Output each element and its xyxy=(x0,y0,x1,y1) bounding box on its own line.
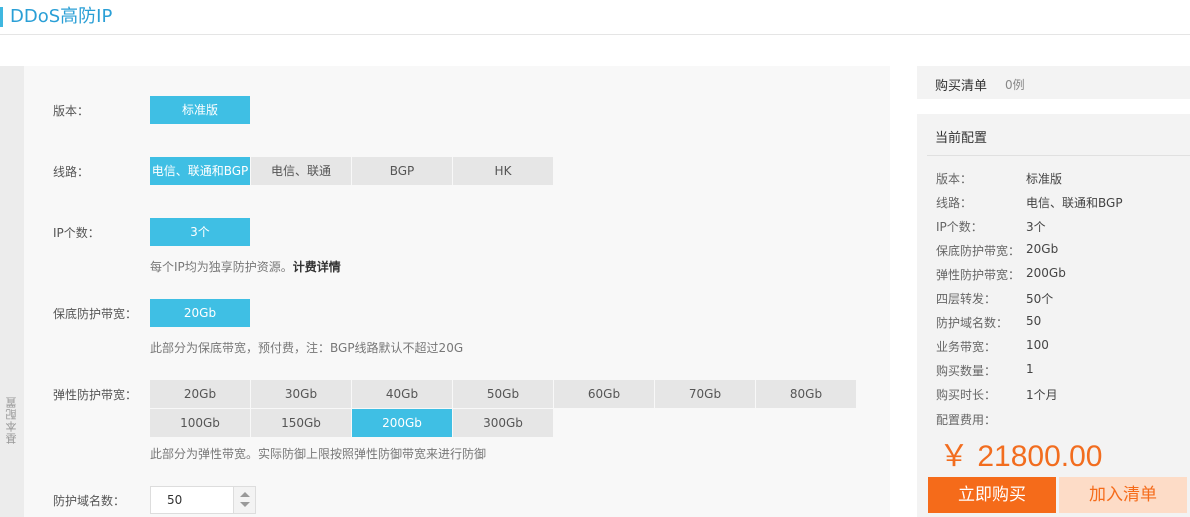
billing-details-link[interactable]: 计费详情 xyxy=(293,260,341,274)
elastic-option-70gb[interactable]: 70Gb xyxy=(655,380,755,408)
config-value: 100 xyxy=(1026,338,1049,352)
elastic-bandwidth-label: 弹性防护带宽： xyxy=(53,388,138,402)
buy-now-button[interactable]: 立即购买 xyxy=(928,477,1056,513)
title-accent-bar xyxy=(0,7,3,27)
config-value: 1 xyxy=(1026,362,1034,376)
elastic-option-30gb[interactable]: 30Gb xyxy=(251,380,351,408)
current-config-panel: 当前配置 版本： 标准版 线路： 电信、联通和BGP IP个数： 3个 保底防护… xyxy=(917,114,1190,517)
domain-count-value[interactable]: 50 xyxy=(167,493,182,507)
config-key: 业务带宽： xyxy=(936,340,997,354)
config-key: 版本： xyxy=(936,172,973,186)
elastic-option-150gb[interactable]: 150Gb xyxy=(251,409,351,437)
config-divider xyxy=(927,155,1190,156)
elastic-option-80gb[interactable]: 80Gb xyxy=(756,380,856,408)
line-option-hk[interactable]: HK xyxy=(453,157,553,185)
purchase-list-title: 购买清单 xyxy=(935,79,988,94)
config-fee-label: 配置费用： xyxy=(936,413,997,427)
elastic-option-40gb[interactable]: 40Gb xyxy=(352,380,452,408)
config-key: 弹性防护带宽： xyxy=(936,268,1021,282)
config-key: 四层转发： xyxy=(936,292,997,306)
base-bandwidth-option[interactable]: 20Gb xyxy=(150,299,250,327)
config-key: 保底防护带宽： xyxy=(936,244,1021,258)
elastic-option-200gb[interactable]: 200Gb xyxy=(352,409,452,437)
elastic-option-100gb[interactable]: 100Gb xyxy=(150,409,250,437)
config-key: 线路： xyxy=(936,196,973,210)
version-label: 版本： xyxy=(53,104,90,118)
ip-count-option[interactable]: 3个 xyxy=(150,218,250,246)
page-header: DDoS高防IP xyxy=(0,0,1190,35)
purchase-list-box[interactable]: 购买清单 0例 xyxy=(917,66,1190,99)
stepper-arrows[interactable] xyxy=(233,487,255,513)
add-to-list-button[interactable]: 加入清单 xyxy=(1059,477,1187,513)
domain-count-label: 防护域名数： xyxy=(53,494,126,508)
config-value: 1个月 xyxy=(1026,388,1058,402)
ip-count-note: 每个IP均为独享防护资源。计费详情 xyxy=(150,260,341,274)
config-price: ￥ 21800.00 xyxy=(939,440,1103,473)
config-key: 购买时长： xyxy=(936,388,997,402)
base-bandwidth-label: 保底防护带宽： xyxy=(53,307,138,321)
config-value: 50 xyxy=(1026,314,1042,328)
config-value: 50个 xyxy=(1026,292,1054,306)
domain-count-stepper[interactable]: 50 xyxy=(150,486,256,514)
config-value: 标准版 xyxy=(1026,172,1063,186)
config-key: 防护域名数： xyxy=(936,316,1009,330)
stepper-up-icon[interactable] xyxy=(240,492,250,497)
elastic-option-300gb[interactable]: 300Gb xyxy=(453,409,553,437)
elastic-bandwidth-note: 此部分为弹性带宽。实际防御上限按照弹性防御带宽来进行防御 xyxy=(150,447,487,461)
elastic-option-60gb[interactable]: 60Gb xyxy=(554,380,654,408)
config-value: 电信、联通和BGP xyxy=(1026,196,1123,210)
line-option-telecom-unicom[interactable]: 电信、联通 xyxy=(251,157,351,185)
stepper-down-icon[interactable] xyxy=(240,502,250,507)
line-label: 线路： xyxy=(53,165,90,179)
config-value: 200Gb xyxy=(1026,266,1066,280)
page-title: DDoS高防IP xyxy=(10,6,113,27)
current-config-title: 当前配置 xyxy=(935,131,988,146)
elastic-option-50gb[interactable]: 50Gb xyxy=(453,380,553,408)
side-tab-label: 基本配置 xyxy=(5,396,18,444)
elastic-option-20gb[interactable]: 20Gb xyxy=(150,380,250,408)
line-option-telecom-unicom-bgp[interactable]: 电信、联通和BGP xyxy=(150,157,250,185)
config-value: 3个 xyxy=(1026,220,1046,234)
version-option-standard[interactable]: 标准版 xyxy=(150,96,250,124)
config-key: IP个数： xyxy=(936,220,983,234)
line-option-bgp[interactable]: BGP xyxy=(352,157,452,185)
ip-count-label: IP个数： xyxy=(53,226,100,240)
base-bandwidth-note: 此部分为保底带宽，预付费，注：BGP线路默认不超过20G xyxy=(150,341,464,355)
config-key: 购买数量： xyxy=(936,364,997,378)
purchase-list-count: 0例 xyxy=(1005,78,1025,92)
config-value: 20Gb xyxy=(1026,242,1059,256)
side-tab-basic-config[interactable]: 基本配置 xyxy=(0,66,24,517)
